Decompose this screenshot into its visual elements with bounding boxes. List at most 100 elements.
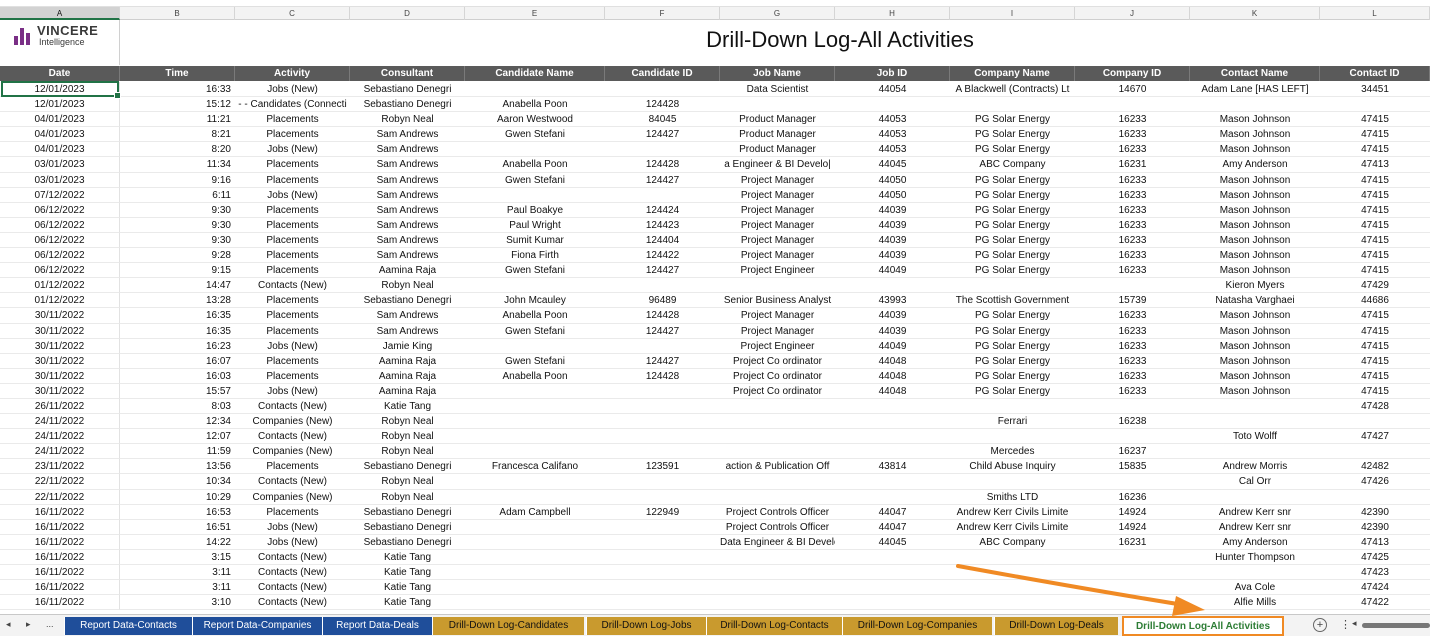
cell-contact-name[interactable] (1190, 444, 1320, 460)
cell-candidate-id[interactable]: 124427 (605, 354, 720, 369)
cell-candidate-id[interactable] (605, 188, 720, 203)
cell-job-id[interactable] (835, 550, 950, 565)
cell-job-name[interactable]: Product Manager (720, 127, 835, 143)
cell-candidate-id[interactable] (605, 444, 720, 460)
cell-activity[interactable]: Contacts (New) (235, 474, 350, 490)
cell-contact-name[interactable]: Amy Anderson (1190, 157, 1320, 173)
cell-job-name[interactable] (720, 595, 835, 611)
sheet-tab-report-data-contacts[interactable]: Report Data-Contacts (64, 617, 192, 635)
cell-contact-name[interactable]: Mason Johnson (1190, 173, 1320, 188)
column-letter-a[interactable]: A (0, 7, 120, 20)
cell-contact-id[interactable]: 47415 (1320, 127, 1430, 143)
cell-company-id[interactable] (1075, 565, 1190, 581)
cell-company-id[interactable]: 16233 (1075, 324, 1190, 339)
cell-contact-id[interactable]: 47415 (1320, 369, 1430, 384)
cell-activity[interactable]: Placements (235, 203, 350, 218)
cell-contact-name[interactable] (1190, 490, 1320, 505)
cell-job-id[interactable]: 44048 (835, 369, 950, 384)
cell-company-id[interactable]: 16233 (1075, 218, 1190, 233)
cell-job-name[interactable]: Project Manager (720, 248, 835, 264)
cell-job-id[interactable]: 44048 (835, 354, 950, 369)
cell-job-id[interactable] (835, 565, 950, 581)
cell-job-name[interactable]: Project Manager (720, 218, 835, 233)
sheet-tab-drill-down-log-candidates[interactable]: Drill-Down Log-Candidates (432, 617, 584, 635)
cell-candidate-id[interactable]: 124428 (605, 97, 720, 113)
cell-date[interactable]: 23/11/2022 (0, 459, 120, 475)
cell-company-name[interactable]: Mercedes (950, 444, 1075, 460)
cell-contact-name[interactable]: Ava Cole (1190, 580, 1320, 596)
cell-job-name[interactable]: Data Engineer & BI Develo| (720, 535, 835, 550)
cell-candidate-id[interactable]: 124428 (605, 369, 720, 384)
cell-consultant[interactable]: Sam Andrews (350, 324, 465, 339)
cell-company-name[interactable]: PG Solar Energy (950, 384, 1075, 399)
cell-contact-id[interactable]: 47415 (1320, 339, 1430, 354)
cell-company-name[interactable]: PG Solar Energy (950, 263, 1075, 279)
cell-candidate-name[interactable] (465, 535, 605, 550)
cell-job-id[interactable]: 44045 (835, 157, 950, 173)
cell-candidate-id[interactable] (605, 339, 720, 354)
cell-candidate-id[interactable]: 122949 (605, 505, 720, 520)
cell-contact-id[interactable]: 47425 (1320, 550, 1430, 565)
cell-activity[interactable]: Placements (235, 157, 350, 173)
cell-job-id[interactable]: 44050 (835, 173, 950, 188)
cell-contact-name[interactable] (1190, 97, 1320, 113)
cell-job-name[interactable] (720, 444, 835, 460)
cell-company-name[interactable]: PG Solar Energy (950, 127, 1075, 143)
cell-job-name[interactable]: Project Co ordinator (720, 384, 835, 399)
cell-job-id[interactable]: 44047 (835, 520, 950, 535)
cell-contact-name[interactable]: Andrew Kerr snr (1190, 520, 1320, 535)
cell-contact-id[interactable]: 42390 (1320, 520, 1430, 535)
cell-job-name[interactable] (720, 414, 835, 430)
cell-time[interactable]: 15:57 (120, 384, 235, 399)
cell-company-name[interactable]: PG Solar Energy (950, 218, 1075, 233)
cell-job-id[interactable]: 44049 (835, 339, 950, 354)
cell-company-name[interactable] (950, 97, 1075, 113)
cell-activity[interactable]: Contacts (New) (235, 565, 350, 581)
cell-contact-id[interactable]: 47415 (1320, 203, 1430, 218)
cell-company-id[interactable] (1075, 474, 1190, 490)
cell-time[interactable]: 11:21 (120, 112, 235, 128)
column-letter-l[interactable]: L (1320, 7, 1430, 20)
cell-job-name[interactable]: a Engineer & BI Develo| (720, 157, 835, 173)
cell-time[interactable]: 16:33 (120, 82, 235, 98)
cell-activity[interactable]: Placements (235, 324, 350, 339)
cell-consultant[interactable]: Katie Tang (350, 550, 465, 565)
cell-contact-id[interactable]: 47415 (1320, 354, 1430, 369)
cell-date[interactable]: 24/11/2022 (0, 429, 120, 445)
column-letter-e[interactable]: E (465, 7, 605, 20)
cell-contact-name[interactable]: Mason Johnson (1190, 142, 1320, 158)
cell-activity[interactable]: Placements (235, 354, 350, 369)
cell-job-id[interactable]: 44039 (835, 203, 950, 218)
cell-consultant[interactable]: Robyn Neal (350, 414, 465, 430)
scroll-left-arrow[interactable]: ◂ (1352, 618, 1357, 629)
cell-company-name[interactable]: PG Solar Energy (950, 339, 1075, 354)
cell-time[interactable]: 14:47 (120, 278, 235, 294)
cell-candidate-id[interactable] (605, 474, 720, 490)
cell-activity[interactable]: Contacts (New) (235, 550, 350, 565)
cell-company-id[interactable]: 16236 (1075, 490, 1190, 505)
cell-company-name[interactable]: Andrew Kerr Civils Limite (950, 520, 1075, 535)
cell-contact-id[interactable] (1320, 97, 1430, 113)
cell-consultant[interactable]: Sam Andrews (350, 127, 465, 143)
cell-company-id[interactable] (1075, 550, 1190, 565)
cell-contact-name[interactable]: Mason Johnson (1190, 188, 1320, 203)
cell-candidate-name[interactable]: Gwen Stefani (465, 173, 605, 188)
cell-contact-id[interactable]: 47415 (1320, 263, 1430, 279)
cell-date[interactable]: 06/12/2022 (0, 232, 120, 249)
cell-candidate-name[interactable]: Adam Campbell (465, 505, 605, 520)
cell-contact-id[interactable]: 47415 (1320, 308, 1430, 324)
cell-contact-id[interactable]: 47415 (1320, 188, 1430, 203)
cell-activity[interactable]: - - Candidates (Connecti (235, 97, 350, 113)
cell-job-id[interactable] (835, 278, 950, 294)
cell-company-name[interactable] (950, 550, 1075, 565)
cell-job-name[interactable] (720, 429, 835, 445)
cell-candidate-id[interactable] (605, 142, 720, 158)
cell-job-name[interactable] (720, 565, 835, 581)
cell-time[interactable]: 8:03 (120, 399, 235, 415)
cell-activity[interactable]: Jobs (New) (235, 520, 350, 535)
sheet-tab-report-data-companies[interactable]: Report Data-Companies (192, 617, 322, 635)
cell-candidate-name[interactable]: Anabella Poon (465, 157, 605, 173)
cell-company-id[interactable]: 16233 (1075, 233, 1190, 249)
cell-company-id[interactable]: 16233 (1075, 263, 1190, 279)
cell-date[interactable]: 22/11/2022 (0, 474, 120, 490)
